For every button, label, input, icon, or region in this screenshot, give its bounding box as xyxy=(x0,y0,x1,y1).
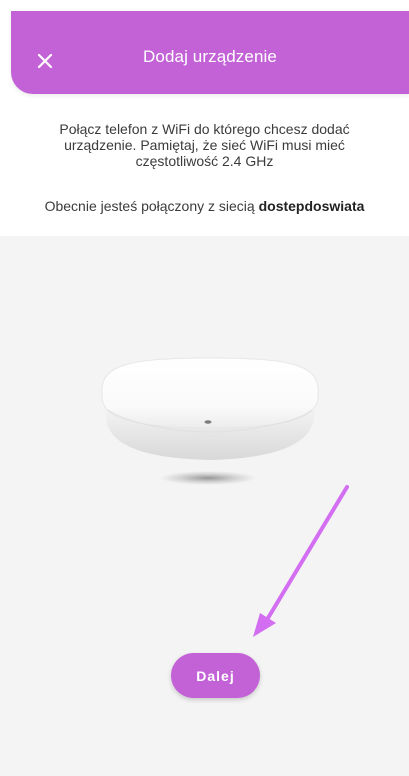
device-illustration xyxy=(101,357,319,485)
wifi-instructions: Połącz telefon z WiFi do którego chcesz … xyxy=(59,121,350,169)
current-network-info: Obecnie jesteś połączony z siecią dostep… xyxy=(0,198,409,214)
pointer-arrow xyxy=(253,485,349,637)
network-name: dostepdoswiata xyxy=(258,198,365,214)
network-prefix: Obecnie jesteś połączony z siecią xyxy=(44,198,255,214)
app-header: Dodaj urządzenie xyxy=(11,11,409,94)
next-button[interactable]: Dalej xyxy=(171,653,260,698)
page-title: Dodaj urządzenie xyxy=(143,47,277,66)
content-area: Dalej xyxy=(0,236,409,776)
